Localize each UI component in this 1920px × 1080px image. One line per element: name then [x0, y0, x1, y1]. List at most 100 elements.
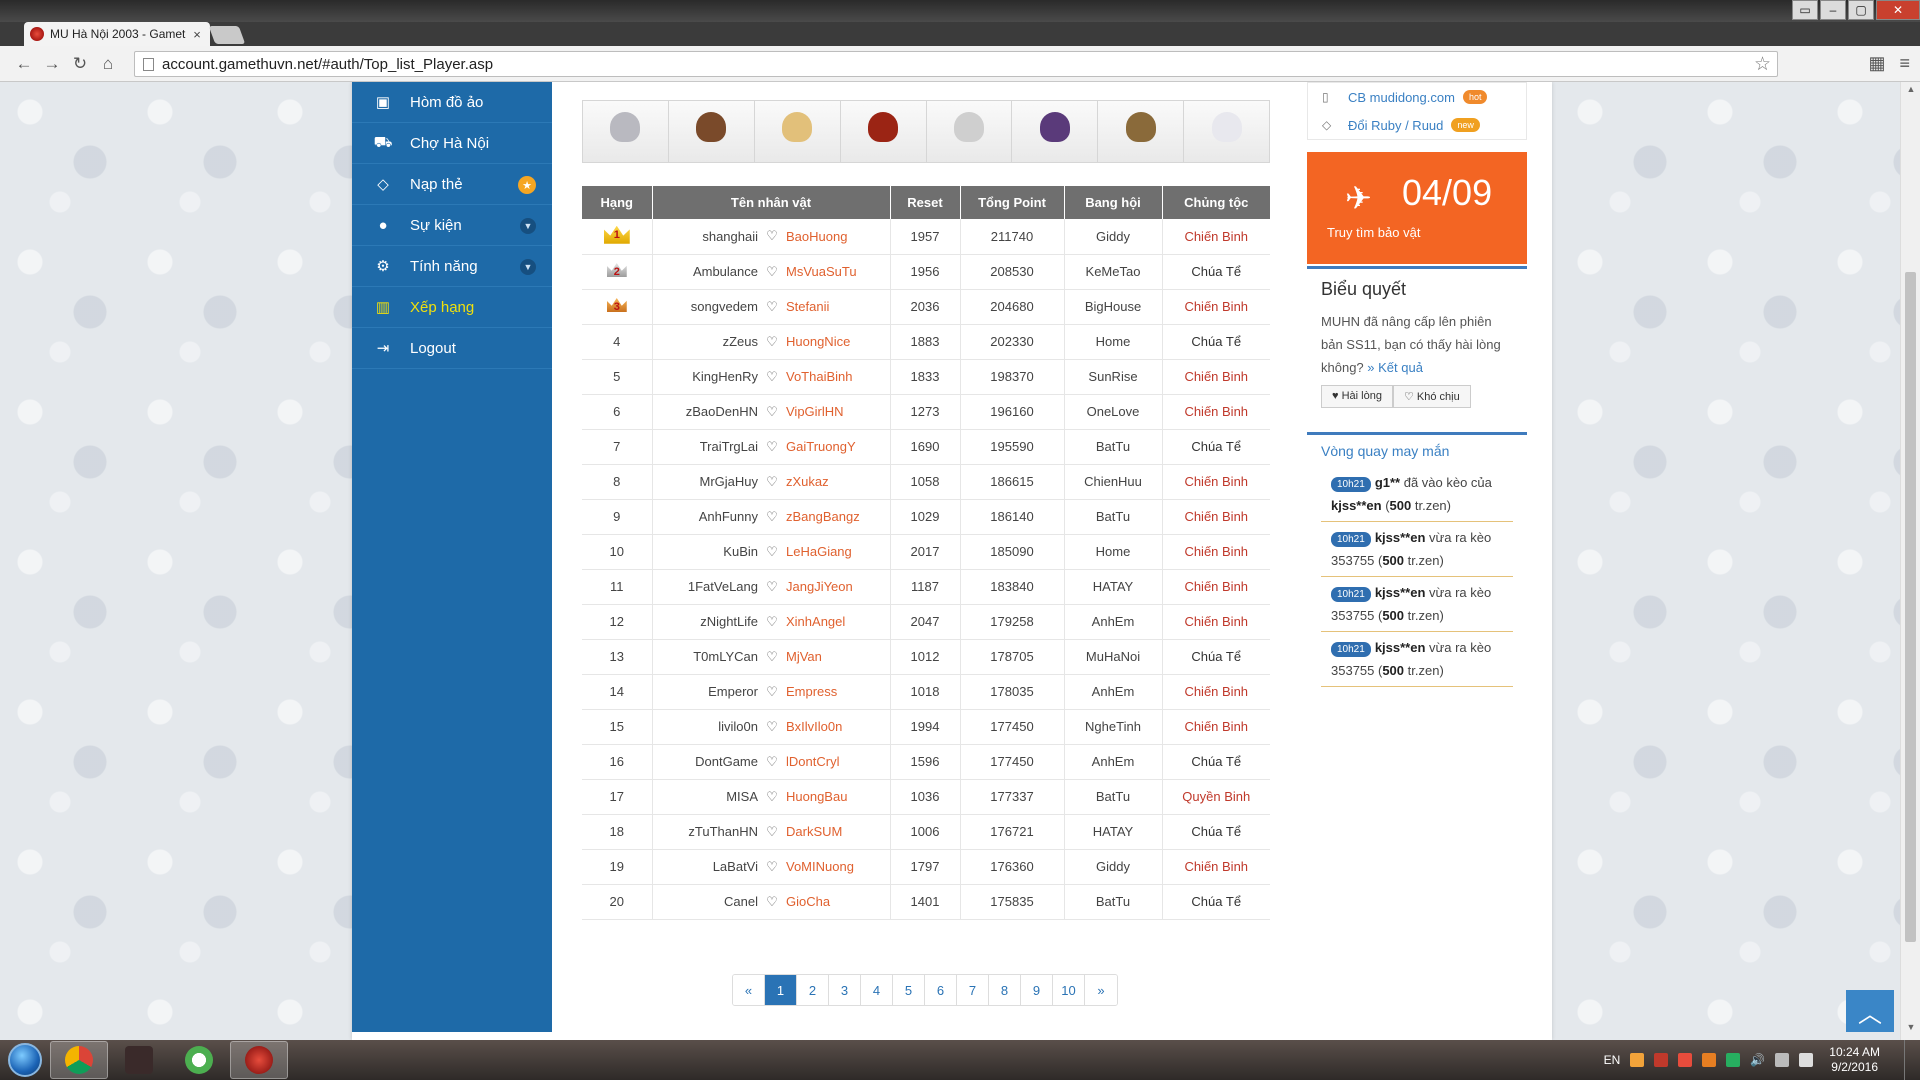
close-tab-icon[interactable]: ×	[190, 27, 204, 42]
heart-icon[interactable]: ♡	[764, 429, 780, 465]
tray-icon[interactable]	[1654, 1053, 1669, 1067]
user-icon[interactable]: ▭	[1792, 0, 1818, 20]
chevron-down-icon[interactable]: ▼	[520, 259, 536, 275]
character-name-link[interactable]: VoThaiBinh	[780, 359, 891, 395]
character-name-link[interactable]: HuongNice	[780, 324, 891, 360]
heart-icon[interactable]: ♡	[764, 849, 780, 885]
heart-icon[interactable]: ♡	[764, 709, 780, 745]
action-center-icon[interactable]	[1799, 1053, 1814, 1067]
poll-option-satisfied[interactable]: ♥ Hài lòng	[1321, 385, 1393, 408]
home-icon[interactable]: ⌂	[94, 50, 122, 78]
class-portrait-dark-lord[interactable]	[926, 101, 1013, 162]
forward-arrow-icon[interactable]: →	[38, 50, 66, 78]
col-header-points[interactable]: Tổng Point	[960, 186, 1065, 219]
window-close-button[interactable]: ✕	[1876, 0, 1920, 20]
heart-icon[interactable]: ♡	[764, 534, 780, 570]
maximize-button[interactable]: ▢	[1848, 0, 1874, 20]
col-header-race[interactable]: Chủng tộc	[1162, 186, 1270, 219]
character-name-link[interactable]: MjVan	[780, 639, 891, 675]
sidebar-item-topup[interactable]: ◇ Nạp thẻ ★	[352, 164, 552, 205]
character-name-link[interactable]: Empress	[780, 674, 891, 710]
extension-icon[interactable]: ▦	[1868, 53, 1885, 74]
page-number-button[interactable]: 6	[925, 975, 957, 1005]
heart-icon[interactable]: ♡	[764, 359, 780, 395]
back-to-top-button[interactable]: ︿	[1846, 990, 1894, 1032]
class-portrait-dark-knight[interactable]	[668, 101, 755, 162]
next-page-button[interactable]: »	[1085, 975, 1117, 1005]
character-name-link[interactable]: JangJiYeon	[780, 569, 891, 605]
tray-icon[interactable]	[1702, 1053, 1717, 1067]
lucky-wheel-title[interactable]: Vòng quay may mắn	[1321, 443, 1513, 459]
character-name-link[interactable]: lDontCryl	[780, 744, 891, 780]
heart-icon[interactable]: ♡	[764, 674, 780, 710]
sidebar-item-market[interactable]: ⛟ Chợ Hà Nội	[352, 123, 552, 164]
heart-icon[interactable]: ♡	[764, 779, 780, 815]
heart-icon[interactable]: ♡	[764, 639, 780, 675]
address-bar[interactable]: ☆	[134, 51, 1778, 77]
character-name-link[interactable]: zBangBangz	[780, 499, 891, 535]
page-number-button[interactable]: 4	[861, 975, 893, 1005]
class-portrait-grow-lancer[interactable]	[1184, 101, 1269, 162]
page-number-button[interactable]: 2	[797, 975, 829, 1005]
back-arrow-icon[interactable]: ←	[10, 50, 38, 78]
taskbar-mu-launcher[interactable]	[230, 1041, 288, 1079]
heart-icon[interactable]: ♡	[764, 884, 780, 920]
page-number-button[interactable]: 8	[989, 975, 1021, 1005]
character-name-link[interactable]: LeHaGiang	[780, 534, 891, 570]
tray-icon[interactable]	[1630, 1053, 1645, 1067]
flag-icon[interactable]	[1775, 1053, 1790, 1067]
class-portrait-elf[interactable]	[754, 101, 841, 162]
treasure-hunt-banner[interactable]: ✈ 04/09 Truy tìm bảo vật	[1307, 152, 1527, 264]
sidebar-item-ranking[interactable]: ▥ Xếp hạng	[352, 287, 552, 328]
heart-icon[interactable]: ♡	[764, 569, 780, 605]
system-clock[interactable]: 10:24 AM 9/2/2016	[1829, 1045, 1880, 1075]
taskbar-app-green[interactable]	[170, 1041, 228, 1079]
page-number-button[interactable]: 5	[893, 975, 925, 1005]
heart-icon[interactable]: ♡	[764, 744, 780, 780]
character-name-link[interactable]: GioCha	[780, 884, 891, 920]
character-name-link[interactable]: HuongBau	[780, 779, 891, 815]
start-button[interactable]	[0, 1040, 50, 1080]
prev-page-button[interactable]: «	[733, 975, 765, 1005]
heart-icon[interactable]: ♡	[764, 464, 780, 500]
heart-icon[interactable]: ♡	[764, 814, 780, 850]
link-mobile[interactable]: ▯ CB mudidong.com hot	[1308, 83, 1526, 111]
sidebar-item-features[interactable]: ⚙ Tính năng ▼	[352, 246, 552, 287]
reload-icon[interactable]: ↻	[66, 50, 94, 78]
character-name-link[interactable]: BaoHuong	[780, 219, 891, 255]
heart-icon[interactable]: ♡	[764, 289, 780, 325]
url-input[interactable]	[162, 55, 1722, 73]
page-number-button[interactable]: 9	[1021, 975, 1053, 1005]
language-indicator[interactable]: EN	[1604, 1053, 1621, 1067]
chevron-down-icon[interactable]: ▼	[520, 218, 536, 234]
col-header-reset[interactable]: Reset	[890, 186, 961, 219]
character-name-link[interactable]: VoMINuong	[780, 849, 891, 885]
scroll-down-arrow-icon[interactable]: ▼	[1901, 1022, 1920, 1038]
heart-icon[interactable]: ♡	[764, 219, 780, 255]
scrollbar-thumb[interactable]	[1905, 272, 1916, 942]
poll-option-unhappy[interactable]: ♡ Khó chịu	[1392, 385, 1471, 408]
col-header-rank[interactable]: Hạng	[582, 186, 653, 219]
new-tab-button[interactable]	[208, 26, 246, 44]
minimize-button[interactable]: –	[1820, 0, 1846, 20]
page-number-button[interactable]: 10	[1053, 975, 1085, 1005]
page-number-button[interactable]: 7	[957, 975, 989, 1005]
class-portrait-dark-wizard[interactable]	[583, 101, 669, 162]
sidebar-item-logout[interactable]: ⇥ Logout	[352, 328, 552, 369]
character-name-link[interactable]: MsVuaSuTu	[780, 254, 891, 290]
class-portrait-summoner[interactable]	[1012, 101, 1099, 162]
heart-icon[interactable]: ♡	[764, 499, 780, 535]
heart-icon[interactable]: ♡	[764, 394, 780, 430]
page-scrollbar[interactable]: ▲ ▼	[1900, 82, 1920, 1040]
network-icon[interactable]	[1726, 1053, 1741, 1067]
sidebar-item-inventory[interactable]: ▣ Hòm đồ ảo	[352, 82, 552, 123]
heart-icon[interactable]: ♡	[764, 254, 780, 290]
page-number-button[interactable]: 1	[765, 975, 797, 1005]
character-name-link[interactable]: DarkSUM	[780, 814, 891, 850]
menu-icon[interactable]: ≡	[1899, 53, 1910, 74]
character-name-link[interactable]: Stefanii	[780, 289, 891, 325]
class-portrait-magic-gladiator[interactable]	[840, 101, 927, 162]
taskbar-chrome[interactable]	[50, 1041, 108, 1079]
character-name-link[interactable]: zXukaz	[780, 464, 891, 500]
character-name-link[interactable]: VipGirlHN	[780, 394, 891, 430]
